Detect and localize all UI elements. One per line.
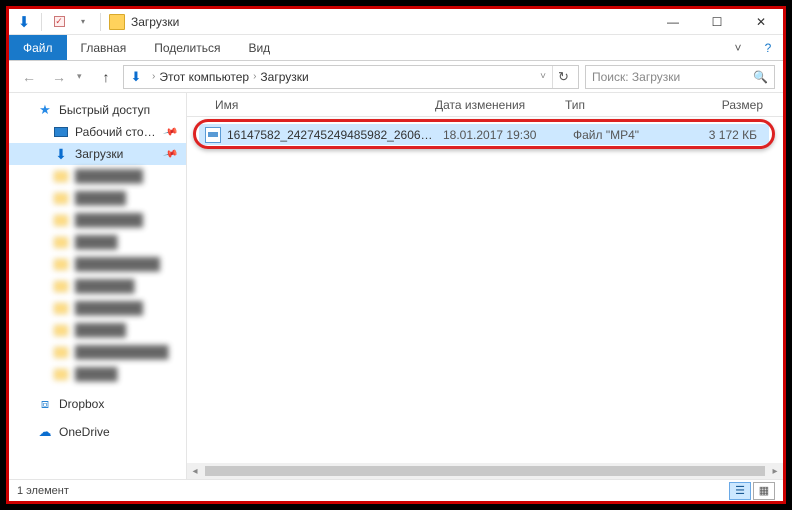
dropbox-icon: ⧈	[37, 396, 53, 412]
column-headers: Имя Дата изменения Тип Размер	[187, 93, 783, 117]
video-file-icon	[205, 127, 221, 143]
separator	[100, 13, 101, 31]
sidebar-item-blurred[interactable]: ██████████	[9, 253, 186, 275]
breadcrumb-root[interactable]: Этот компьютер	[159, 70, 249, 84]
down-arrow-icon[interactable]: ⬇	[13, 11, 35, 33]
column-header-date[interactable]: Дата изменения	[427, 98, 557, 112]
scrollbar-thumb[interactable]	[205, 466, 765, 476]
sidebar-downloads[interactable]: ⬇ Загрузки 📌	[9, 143, 186, 165]
quick-access-toolbar: ⬇ ✓ ▾	[9, 11, 109, 33]
status-bar: 1 элемент ☰ ▦	[9, 479, 783, 501]
file-name: 16147582_242745249485982_26067053394…	[227, 128, 443, 142]
column-header-type[interactable]: Тип	[557, 98, 663, 112]
scroll-right-icon[interactable]: ▸	[767, 463, 783, 479]
up-button[interactable]: ↑	[95, 65, 117, 89]
details-view-button[interactable]: ☰	[729, 482, 751, 500]
sidebar-label: Рабочий сто…	[75, 125, 156, 139]
sidebar-label: Загрузки	[75, 147, 123, 161]
ribbon-file-tab[interactable]: Файл	[9, 35, 67, 60]
search-placeholder: Поиск: Загрузки	[592, 70, 680, 84]
maximize-button[interactable]: ☐	[695, 9, 739, 35]
ribbon-tab-view[interactable]: Вид	[234, 35, 284, 60]
sidebar-dropbox[interactable]: ⧈ Dropbox	[9, 393, 186, 415]
breadcrumb-current[interactable]: Загрузки	[260, 70, 308, 84]
history-dropdown-icon[interactable]: ▾	[77, 71, 89, 82]
ribbon-tabs: Файл Главная Поделиться Вид ˅ ?	[9, 35, 783, 61]
ribbon-tab-home[interactable]: Главная	[67, 35, 141, 60]
ribbon-right: ˅ ?	[723, 35, 783, 60]
chevron-down-icon[interactable]: ˅	[540, 71, 546, 82]
sidebar-item-blurred[interactable]: ██████	[9, 187, 186, 209]
sidebar-item-blurred[interactable]: ████████	[9, 165, 186, 187]
explorer-window: ⬇ ✓ ▾ Загрузки — ☐ ✕ Файл Главная Подели…	[6, 6, 786, 504]
file-type: Файл "MP4"	[573, 128, 679, 142]
window-controls: — ☐ ✕	[651, 9, 783, 35]
navigation-bar: ← → ▾ ↑ ⬇ › Этот компьютер › Загрузки ˅ …	[9, 61, 783, 93]
star-icon: ★	[37, 102, 53, 118]
forward-button[interactable]: →	[47, 65, 71, 89]
sidebar-item-blurred[interactable]: ████████	[9, 209, 186, 231]
spacer	[9, 385, 186, 393]
back-button[interactable]: ←	[17, 65, 41, 89]
file-list-pane: Имя Дата изменения Тип Размер 16147582_2…	[187, 93, 783, 479]
titlebar: ⬇ ✓ ▾ Загрузки — ☐ ✕	[9, 9, 783, 35]
sidebar-item-blurred[interactable]: ███████	[9, 275, 186, 297]
sidebar-item-blurred[interactable]: ████████	[9, 297, 186, 319]
window-title: Загрузки	[131, 15, 179, 29]
properties-icon[interactable]: ✓	[48, 11, 70, 33]
refresh-icon[interactable]: ↻	[552, 66, 574, 88]
sidebar-label: Быстрый доступ	[59, 103, 150, 117]
column-header-name[interactable]: Имя	[187, 98, 427, 112]
view-toggles: ☰ ▦	[729, 482, 775, 500]
ribbon-tab-share[interactable]: Поделиться	[140, 35, 234, 60]
qat-dropdown-icon[interactable]: ▾	[72, 11, 94, 33]
sidebar-label: Dropbox	[59, 397, 104, 411]
sidebar-quick-access[interactable]: ★ Быстрый доступ	[9, 99, 186, 121]
search-icon: 🔍	[753, 70, 768, 84]
file-list[interactable]: 16147582_242745249485982_26067053394… 18…	[187, 117, 783, 479]
help-icon[interactable]: ?	[753, 35, 783, 60]
horizontal-scrollbar[interactable]: ◂ ▸	[187, 463, 783, 479]
pin-icon: 📌	[162, 124, 178, 140]
desktop-icon	[53, 124, 69, 140]
pin-icon: 📌	[162, 146, 178, 162]
file-size: 3 172 КБ	[679, 128, 769, 142]
sidebar-label: OneDrive	[59, 425, 110, 439]
sidebar-item-blurred[interactable]: █████	[9, 363, 186, 385]
sidebar-desktop[interactable]: Рабочий сто… 📌	[9, 121, 186, 143]
separator	[41, 13, 42, 31]
status-item-count: 1 элемент	[17, 485, 69, 497]
scroll-left-icon[interactable]: ◂	[187, 463, 203, 479]
file-row[interactable]: 16147582_242745249485982_26067053394… 18…	[199, 124, 769, 145]
chevron-right-icon: ›	[253, 71, 256, 82]
downloads-icon: ⬇	[128, 69, 144, 85]
chevron-right-icon: ›	[152, 71, 155, 82]
sidebar-item-blurred[interactable]: █████	[9, 231, 186, 253]
sidebar-item-blurred[interactable]: ███████████	[9, 341, 186, 363]
minimize-button[interactable]: —	[651, 9, 695, 35]
thumbnails-view-button[interactable]: ▦	[753, 482, 775, 500]
close-button[interactable]: ✕	[739, 9, 783, 35]
search-input[interactable]: Поиск: Загрузки 🔍	[585, 65, 775, 89]
column-header-size[interactable]: Размер	[663, 98, 783, 112]
navigation-pane[interactable]: ★ Быстрый доступ Рабочий сто… 📌 ⬇ Загруз…	[9, 93, 187, 479]
address-bar[interactable]: ⬇ › Этот компьютер › Загрузки ˅ ↻	[123, 65, 579, 89]
downloads-icon: ⬇	[53, 146, 69, 162]
onedrive-icon: ☁	[37, 424, 53, 440]
body: ★ Быстрый доступ Рабочий сто… 📌 ⬇ Загруз…	[9, 93, 783, 479]
ribbon-expand-icon[interactable]: ˅	[723, 35, 753, 60]
folder-icon	[109, 14, 125, 30]
address-bar-right: ˅ ↻	[540, 66, 574, 88]
sidebar-item-blurred[interactable]: ██████	[9, 319, 186, 341]
sidebar-onedrive[interactable]: ☁ OneDrive	[9, 421, 186, 443]
file-date: 18.01.2017 19:30	[443, 128, 573, 142]
